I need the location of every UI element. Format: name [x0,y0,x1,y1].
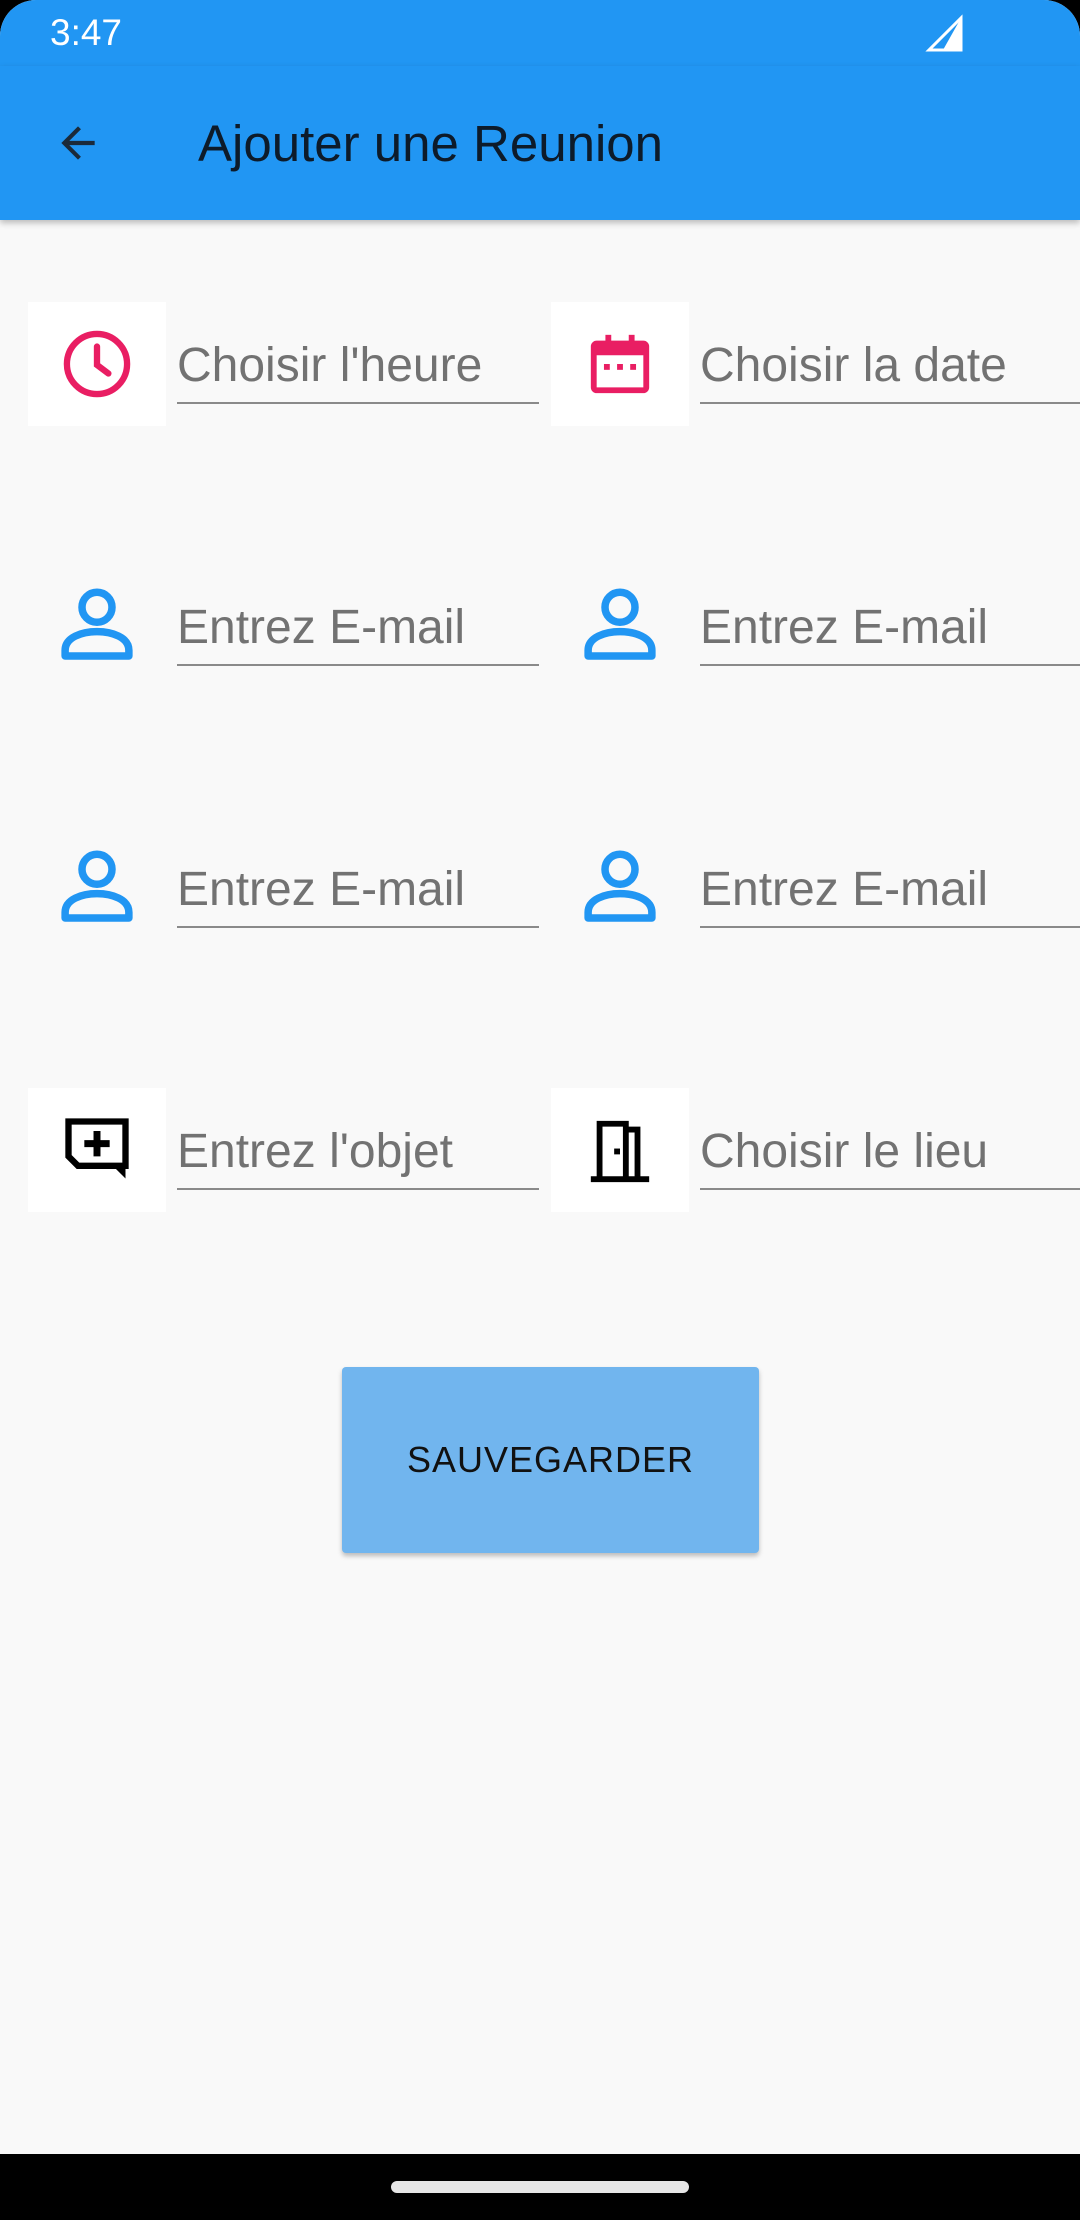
time-field [28,302,540,432]
subject-field [28,1088,540,1218]
email-field-1 [28,564,540,694]
subject-input[interactable] [177,1116,539,1186]
email-input-4[interactable] [700,854,1080,924]
person-icon [61,850,133,922]
date-input-wrapper [700,330,1080,404]
cell-signal-icon [925,14,963,52]
person-icon-box [551,826,689,950]
person-icon [584,588,656,660]
location-input-wrapper [700,1116,1080,1190]
app-bar: Ajouter une Reunion [0,66,1080,220]
time-input-wrapper [177,330,539,404]
date-field [551,302,1080,432]
clock-icon [63,330,131,398]
time-input[interactable] [177,330,539,400]
person-icon-box [551,564,689,688]
email-field-4 [551,826,1080,956]
email-input-wrapper [177,592,539,666]
back-button[interactable] [36,110,120,176]
email-field-3 [28,826,540,956]
save-button[interactable]: SAUVEGARDER [342,1367,759,1553]
navigation-bar [0,2154,1080,2220]
status-time: 3:47 [50,12,123,53]
door-icon [590,1120,650,1183]
home-gesture-handle[interactable] [391,2181,689,2193]
arrow-back-icon [61,126,95,160]
person-icon [584,850,656,922]
email-field-2 [551,564,1080,694]
date-input[interactable] [700,330,1080,400]
email-input-3[interactable] [177,854,539,924]
email-input-wrapper [700,854,1080,928]
email-input-wrapper [700,592,1080,666]
screen: 3:47 Ajouter une Reunion Choisir l'heure… [0,0,1080,2220]
location-field [551,1088,1080,1218]
date-picker-button[interactable] [551,302,689,426]
status-bar: 3:47 [0,0,1080,66]
location-input[interactable] [700,1116,1080,1186]
email-input-2[interactable] [700,592,1080,662]
calendar-icon [590,334,650,394]
email-input-1[interactable] [177,592,539,662]
add-comment-icon [65,1118,129,1179]
time-picker-button[interactable] [28,302,166,426]
subject-icon-box [28,1088,166,1212]
email-input-wrapper [177,854,539,928]
subject-input-wrapper [177,1116,539,1190]
person-icon-box [28,826,166,950]
page-title: Ajouter une Reunion [198,115,664,172]
location-picker-button[interactable] [551,1088,689,1212]
person-icon [61,588,133,660]
person-icon-box [28,564,166,688]
